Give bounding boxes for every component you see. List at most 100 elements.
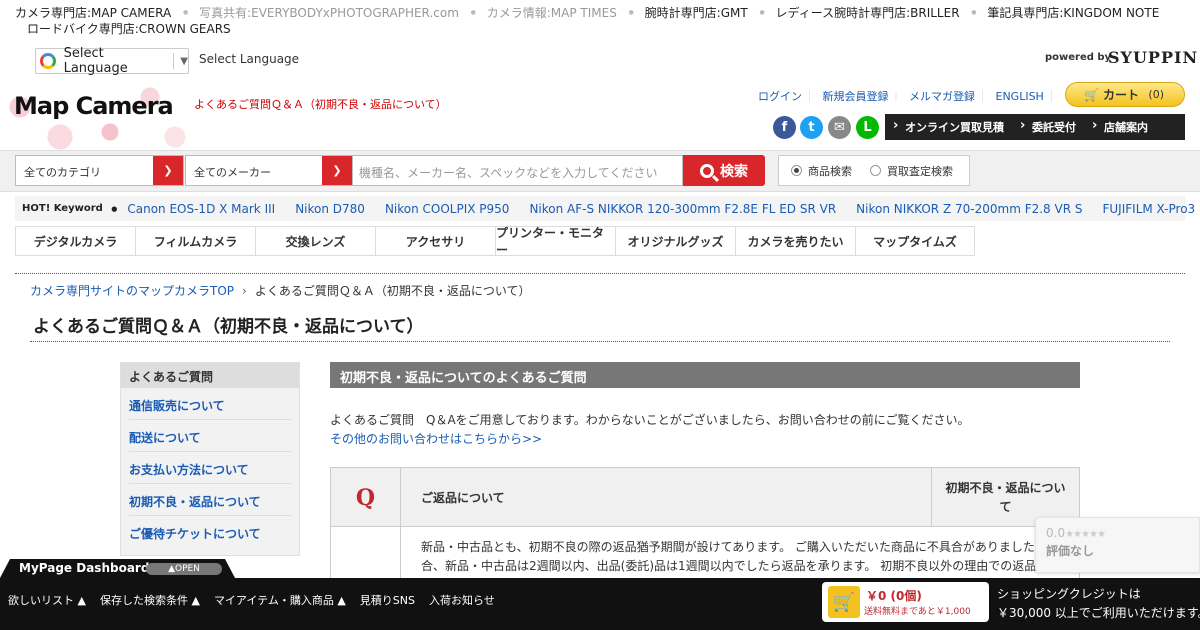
- sister-sites-bar: カメラ専門店:MAP CAMERA 写真共有:EVERYBODYxPHOTOGR…: [0, 0, 1200, 42]
- breadcrumb-current: よくあるご質問Ｑ＆Ａ（初期不良・返品について）: [254, 284, 531, 298]
- syuppin-logo[interactable]: SYUPPIN: [1108, 48, 1198, 67]
- maker-select[interactable]: 全てのメーカー ❯: [185, 155, 353, 186]
- radio-product-search[interactable]: [791, 165, 802, 176]
- translate-text-label: Select Language: [199, 52, 300, 66]
- nav-film-camera[interactable]: フィルムカメラ: [135, 227, 255, 255]
- sister-site-link[interactable]: 腕時計専門店:GMT: [645, 5, 765, 21]
- sister-site-link[interactable]: レディース腕時計専門店:BRILLER: [776, 5, 977, 21]
- rating-label: 評価なし: [1046, 544, 1095, 558]
- cart-count: (0): [1148, 88, 1164, 101]
- hot-keyword-link[interactable]: Nikon COOLPIX P950: [385, 202, 510, 216]
- sister-site-link[interactable]: 写真共有:EVERYBODYxPHOTOGRAPHER.com: [199, 5, 476, 21]
- hot-keywords-bar: HOT! Keyword Canon EOS-1D X Mark III Nik…: [15, 196, 1195, 221]
- sidebar-heading: よくあるご質問: [121, 363, 299, 388]
- login-link[interactable]: ログイン: [758, 90, 815, 103]
- rating-widget[interactable]: 0.0★★★★★ 評価なし: [1035, 517, 1200, 573]
- mypage-open-button[interactable]: ▲OPEN: [146, 563, 222, 575]
- mail-icon[interactable]: ✉: [828, 116, 851, 139]
- header-page-subtitle: よくあるご質問Ｑ＆Ａ（初期不良・返品について）: [194, 98, 447, 111]
- hot-keyword-link[interactable]: FUJIFILM X-Pro3: [1102, 202, 1195, 216]
- sidebar-item-payment[interactable]: お支払い方法について: [129, 452, 291, 484]
- mini-cart-amount: ￥0 (0個): [866, 589, 922, 603]
- sidebar-item-tickets[interactable]: ご優待チケットについて: [129, 516, 291, 548]
- sister-site-link[interactable]: カメラ情報:MAP TIMES: [487, 5, 634, 21]
- sister-site-link[interactable]: 筆記具専門店:KINGDOM NOTE: [987, 5, 1159, 21]
- maker-select-value: 全てのメーカー: [194, 166, 271, 179]
- nav-printer-monitor[interactable]: プリンター・モニター: [495, 226, 615, 257]
- google-translate-select[interactable]: Select Language ▼: [35, 46, 189, 76]
- section-heading: 初期不良・返品についてのよくあるご質問: [330, 362, 1080, 388]
- map-camera-logo[interactable]: Map Camera: [14, 92, 174, 120]
- breadcrumb-home-link[interactable]: カメラ専門サイトのマップカメラTOP: [30, 284, 234, 298]
- hot-keyword-link[interactable]: Nikon D780: [295, 202, 365, 216]
- cart-icon: 🛒: [828, 586, 860, 618]
- breadcrumb-separator: ›: [242, 284, 247, 298]
- facebook-icon[interactable]: f: [773, 116, 796, 139]
- my-items-toggle[interactable]: マイアイテム・購入商品 ▲: [214, 592, 346, 608]
- arrival-notice-link[interactable]: 入荷お知らせ: [429, 592, 495, 608]
- free-shipping-note: 送料無料まであと￥1,000: [864, 607, 971, 617]
- line-icon[interactable]: L: [856, 116, 879, 139]
- page-title: よくあるご質問Ｑ＆Ａ（初期不良・返品について）: [33, 317, 424, 337]
- search-button[interactable]: 検索: [683, 155, 765, 186]
- search-mode-radios: 商品検索 買取査定検索: [778, 155, 970, 186]
- sidebar-item-defects-returns[interactable]: 初期不良・返品について: [129, 484, 291, 516]
- faq-table: Q ご返品について 初期不良・返品について 新品・中古品とも、初期不良の際の返品…: [330, 467, 1080, 587]
- mypage-title: MyPage Dashboard: [19, 561, 150, 575]
- nav-accessories[interactable]: アクセサリ: [375, 227, 495, 255]
- radio-buyback-label: 買取査定検索: [887, 164, 953, 178]
- sister-site-link[interactable]: カメラ専門店:MAP CAMERA: [15, 5, 189, 21]
- saved-search-toggle[interactable]: 保存した検索条件 ▲: [100, 592, 200, 608]
- credit-line-1: ショッピングクレジットは: [997, 587, 1141, 601]
- chevron-down-icon: ❯: [322, 156, 352, 185]
- english-link[interactable]: ENGLISH: [996, 90, 1057, 103]
- search-icon: [700, 163, 714, 178]
- dropdown-arrow-icon: ▼: [180, 55, 188, 67]
- question-title: ご返品について: [421, 491, 505, 505]
- mini-cart[interactable]: 🛒 ￥0 (0個) 送料無料まであと￥1,000: [822, 582, 989, 622]
- hot-keyword-link[interactable]: Nikon AF-S NIKKOR 120-300mm F2.8E FL ED …: [529, 202, 836, 216]
- radio-product-label: 商品検索: [808, 164, 852, 178]
- cart-label: カート: [1102, 88, 1139, 102]
- hot-keyword-link[interactable]: Nikon NIKKOR Z 70-200mm F2.8 VR S: [856, 202, 1082, 216]
- cart-button[interactable]: 🛒 カート (0): [1065, 82, 1185, 107]
- nav-original-goods[interactable]: オリジナルグッズ: [615, 227, 735, 255]
- contact-link[interactable]: その他のお問い合わせはこちらから>>: [330, 430, 542, 447]
- credit-line-2: ￥30,000 以上でご利用いただけます。: [997, 606, 1200, 620]
- intro-text: よくあるご質問 Q＆Aをご用意しております。わからないことがございましたら、お問…: [330, 413, 970, 427]
- translate-select-label: Select Language: [63, 46, 128, 76]
- star-icon: ★★★★★: [1065, 529, 1106, 540]
- consignment-link[interactable]: 委託受付: [1012, 118, 1084, 135]
- search-input[interactable]: 機種名、メーカー名、スペックなどを入力してください: [353, 155, 683, 186]
- radio-buyback-search[interactable]: [870, 165, 881, 176]
- faq-question-row[interactable]: Q ご返品について 初期不良・返品について: [331, 468, 1079, 527]
- nav-digital-camera[interactable]: デジタルカメラ: [15, 227, 135, 255]
- store-guide-link[interactable]: 店舗案内: [1084, 118, 1156, 135]
- powered-by-label: powered by: [1045, 52, 1112, 63]
- rating-score: 0.0★★★★★: [1046, 526, 1199, 540]
- newsletter-link[interactable]: メルマガ登録: [909, 90, 988, 103]
- wishlist-toggle[interactable]: 欲しいリスト ▲: [8, 592, 86, 608]
- hot-keyword-link[interactable]: Canon EOS-1D X Mark III: [127, 202, 275, 216]
- rating-score-value: 0.0: [1046, 526, 1066, 540]
- estimate-sns-link[interactable]: 見積りSNS: [360, 592, 415, 608]
- mypage-dashboard-tab[interactable]: MyPage Dashboard ▲OPEN: [0, 559, 235, 578]
- nav-map-times[interactable]: マップタイムズ: [855, 227, 975, 255]
- nav-lenses[interactable]: 交換レンズ: [255, 227, 375, 255]
- bottom-nav: 欲しいリスト ▲ 保存した検索条件 ▲ マイアイテム・購入商品 ▲ 見積りSNS…: [8, 592, 509, 608]
- nav-sell-camera[interactable]: カメラを売りたい: [735, 227, 855, 255]
- cart-icon: 🛒: [1084, 87, 1099, 102]
- sidebar-item-delivery[interactable]: 配送について: [129, 420, 291, 452]
- twitter-icon[interactable]: t: [800, 116, 823, 139]
- register-link[interactable]: 新規会員登録: [823, 90, 902, 103]
- divider: [30, 341, 1170, 342]
- online-buyback-link[interactable]: オンライン買取見積: [885, 118, 1012, 135]
- category-select[interactable]: 全てのカテゴリ ❯: [15, 155, 184, 186]
- category-select-value: 全てのカテゴリ: [24, 166, 101, 179]
- divider: [173, 53, 175, 69]
- sister-site-link[interactable]: ロードバイク専門店:CROWN GEARS: [27, 21, 231, 37]
- sister-sites-row-1: カメラ専門店:MAP CAMERA 写真共有:EVERYBODYxPHOTOGR…: [15, 5, 1200, 21]
- chevron-down-icon: ❯: [153, 156, 183, 185]
- sister-sites-row-2: ロードバイク専門店:CROWN GEARS: [15, 21, 1200, 37]
- sidebar-item-mail-order[interactable]: 通信販売について: [129, 388, 291, 420]
